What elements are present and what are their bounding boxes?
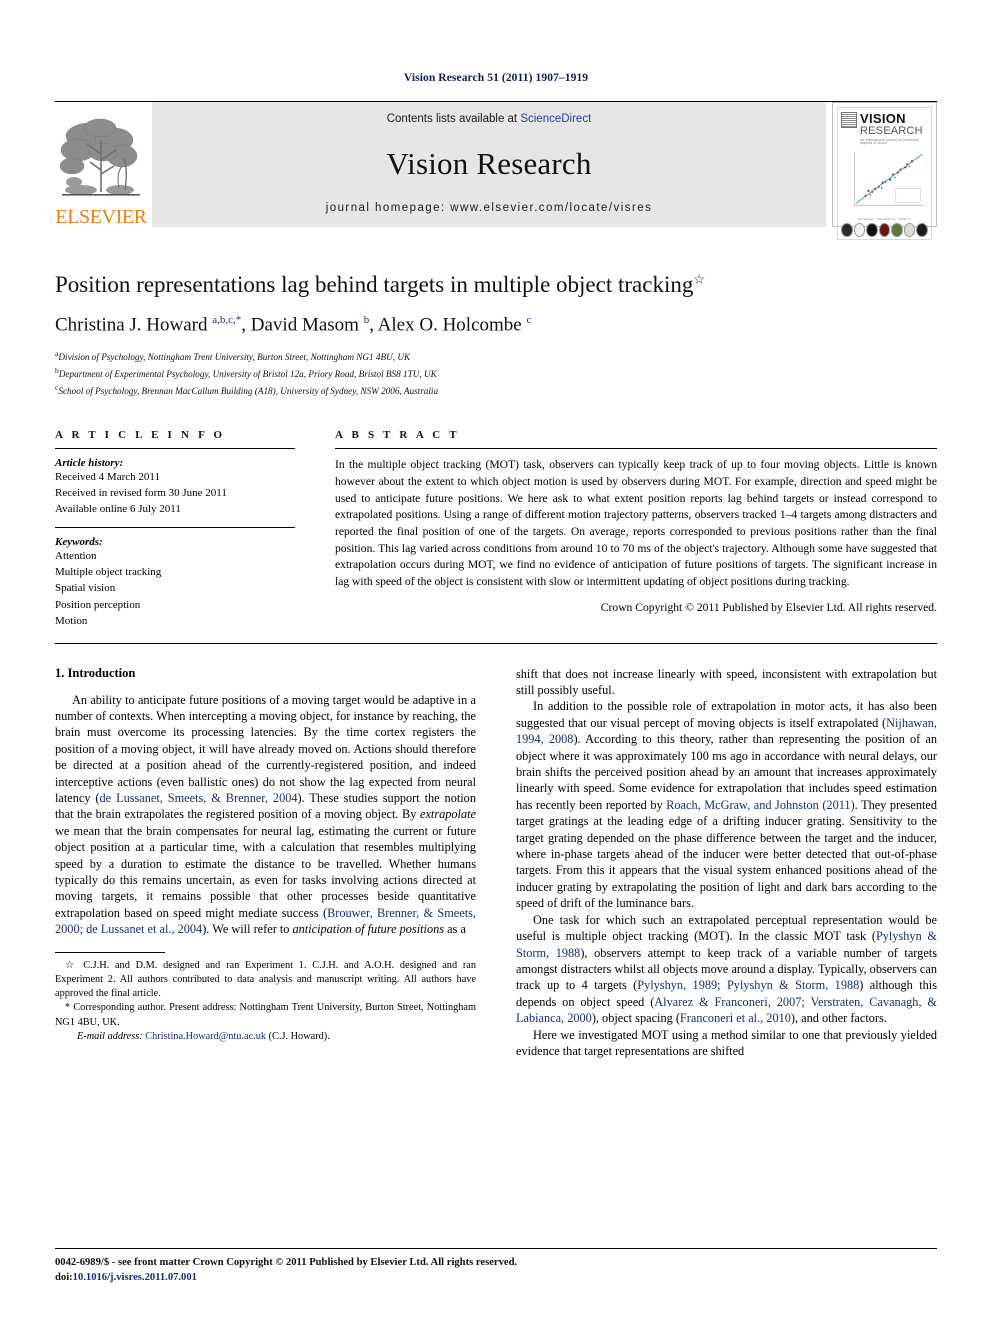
body-right-column: shift that does not increase linearly wi…: [516, 666, 937, 1060]
citation-reference[interactable]: Nijhawan, 1994, 2008: [516, 716, 937, 746]
footnote-marker-star: ☆: [65, 959, 78, 971]
abstract-copyright: Crown Copyright © 2011 Published by Else…: [600, 600, 937, 614]
cover-caption: Special Issue · Vision Research · Volume…: [857, 216, 912, 221]
issn-copyright-line: 0042-6989/$ - see front matter Crown Cop…: [55, 1256, 518, 1268]
article-history-item: Received in revised form 30 June 2011: [55, 487, 227, 500]
cover-elsevier-mark-icon: [841, 112, 857, 128]
body-paragraph: One task for which such an extrapolated …: [516, 912, 937, 1026]
masthead-center-band: Contents lists available at ScienceDirec…: [152, 102, 826, 227]
elsevier-wordmark: ELSEVIER: [55, 206, 147, 228]
journal-title: Vision Research: [386, 145, 592, 181]
footnote-corresponding-author: * Corresponding author. Present address:…: [55, 1001, 476, 1029]
footnote-corresponding-text: Corresponding author. Present address: N…: [55, 1002, 476, 1028]
body-paragraph: An ability to anticipate future position…: [55, 692, 477, 937]
article-page: Vision Research 51 (2011) 1907–1919 ELSE…: [0, 0, 992, 1323]
article-history-item: Received 4 March 2011: [55, 471, 160, 484]
cover-title-vision: VISION: [860, 111, 906, 126]
info-abstract-region: A R T I C L E I N F O Article history: R…: [55, 429, 937, 628]
journal-cover-thumbnail: VISION RESEARCH an international journal…: [832, 102, 937, 241]
abstract-column: A B S T R A C T In the multiple object t…: [335, 429, 937, 628]
citation-reference[interactable]: Franconeri et al., 2010: [680, 1011, 791, 1025]
email-owner: (C.J. Howard).: [268, 1030, 330, 1042]
divider: [55, 448, 295, 450]
body-paragraph: shift that does not increase linearly wi…: [516, 666, 937, 697]
affiliation-item: aDivision of Psychology, Nottingham Tren…: [55, 348, 937, 365]
article-history-item: Available online 6 July 2011: [55, 503, 181, 516]
paper-title: Position representations lag behind targ…: [55, 271, 937, 300]
affiliation-text: Division of Psychology, Nottingham Trent…: [58, 352, 411, 363]
doi-line: doi:10.1016/j.visres.2011.07.001: [55, 1270, 937, 1285]
cover-dot-strip: [841, 223, 929, 238]
body-left-column: 1. Introduction An ability to anticipate…: [55, 666, 476, 1060]
running-head: Vision Research 51 (2011) 1907–1919: [403, 72, 589, 84]
divider: [335, 448, 937, 450]
article-info-column: A R T I C L E I N F O Article history: R…: [55, 429, 295, 628]
footnote-contribution: ☆ C.J.H. and D.M. designed and ran Exper…: [55, 959, 476, 1002]
contents-prefix: Contents lists available at: [386, 113, 521, 125]
keyword-item: Spatial vision: [55, 582, 116, 595]
email-label: E-mail address:: [77, 1030, 143, 1042]
elsevier-logo: ELSEVIER: [55, 102, 147, 227]
doi-value[interactable]: 10.1016/j.visres.2011.07.001: [73, 1272, 197, 1283]
doi-label: doi:: [55, 1271, 73, 1283]
cover-title-research: RESEARCH: [860, 125, 923, 137]
keyword-item: Motion: [55, 614, 88, 627]
affiliation-item: bDepartment of Experimental Psychology, …: [55, 365, 937, 382]
keyword-item: Attention: [55, 550, 97, 563]
abstract-heading: A B S T R A C T: [335, 429, 460, 442]
keyword-item: Multiple object tracking: [55, 566, 162, 579]
elsevier-tree-icon: [56, 114, 146, 206]
citation-reference[interactable]: Pylyshyn, 1989; Pylyshyn & Storm, 1988: [637, 978, 859, 992]
affiliation-item: cSchool of Psychology, Brennan MacCallum…: [55, 382, 937, 399]
affiliation-list: aDivision of Psychology, Nottingham Tren…: [55, 348, 937, 399]
section-heading-introduction: 1. Introduction: [55, 665, 136, 680]
page-footer: 0042-6989/$ - see front matter Crown Cop…: [55, 1247, 937, 1285]
abstract-text: In the multiple object tracking (MOT) ta…: [335, 458, 937, 589]
keywords-label: Keywords:: [55, 536, 103, 549]
divider: [55, 527, 295, 529]
cover-subtitle: an international journal for functional …: [860, 138, 920, 146]
citation-reference[interactable]: de Lussanet, Smeets, & Brenner, 2004: [100, 791, 298, 805]
affiliation-text: Department of Experimental Psychology, U…: [58, 369, 437, 380]
keyword-item: Position perception: [55, 598, 141, 611]
sciencedirect-link[interactable]: ScienceDirect: [520, 113, 591, 125]
footnote-email: E-mail address: Christina.Howard@ntu.ac.…: [55, 1030, 476, 1044]
affiliation-text: School of Psychology, Brennan MacCallum …: [58, 386, 439, 397]
contents-lists-line: Contents lists available at ScienceDirec…: [387, 113, 592, 125]
body-paragraph: In addition to the possible role of extr…: [516, 699, 937, 911]
title-block: Position representations lag behind targ…: [55, 271, 937, 399]
author-list: Christina J. Howard a,b,c,*, David Masom…: [55, 313, 532, 336]
footer-divider: [55, 1247, 937, 1249]
emphasised-term: extrapolate: [419, 807, 476, 822]
body-two-column-region: 1. Introduction An ability to anticipate…: [55, 666, 937, 1060]
section-divider: [55, 642, 937, 644]
footnote-block: ☆ C.J.H. and D.M. designed and ran Exper…: [55, 951, 476, 1044]
article-history-label: Article history:: [55, 457, 124, 470]
emphasised-term: anticipation of future positions: [292, 922, 445, 937]
footnote-divider: [55, 951, 165, 953]
article-info-heading: A R T I C L E I N F O: [55, 429, 226, 442]
cover-scatter-plot-image: [841, 148, 928, 216]
paper-title-text: Position representations lag behind targ…: [55, 272, 694, 297]
journal-masthead: ELSEVIER Contents lists available at Sci…: [55, 101, 937, 241]
title-footnote-marker: ☆: [693, 271, 705, 287]
email-link[interactable]: Christina.Howard@ntu.ac.uk: [145, 1031, 266, 1042]
footnote-contribution-text: C.J.H. and D.M. designed and ran Experim…: [55, 959, 477, 1000]
citation-reference[interactable]: Pylyshyn & Storm, 1988: [516, 929, 937, 959]
journal-homepage-line[interactable]: journal homepage: www.elsevier.com/locat…: [326, 202, 653, 214]
citation-reference[interactable]: Roach, McGraw, and Johnston (2011): [666, 798, 854, 812]
footnote-marker-asterisk: *: [65, 1002, 71, 1014]
body-paragraph: Here we investigated MOT using a method …: [516, 1027, 937, 1058]
